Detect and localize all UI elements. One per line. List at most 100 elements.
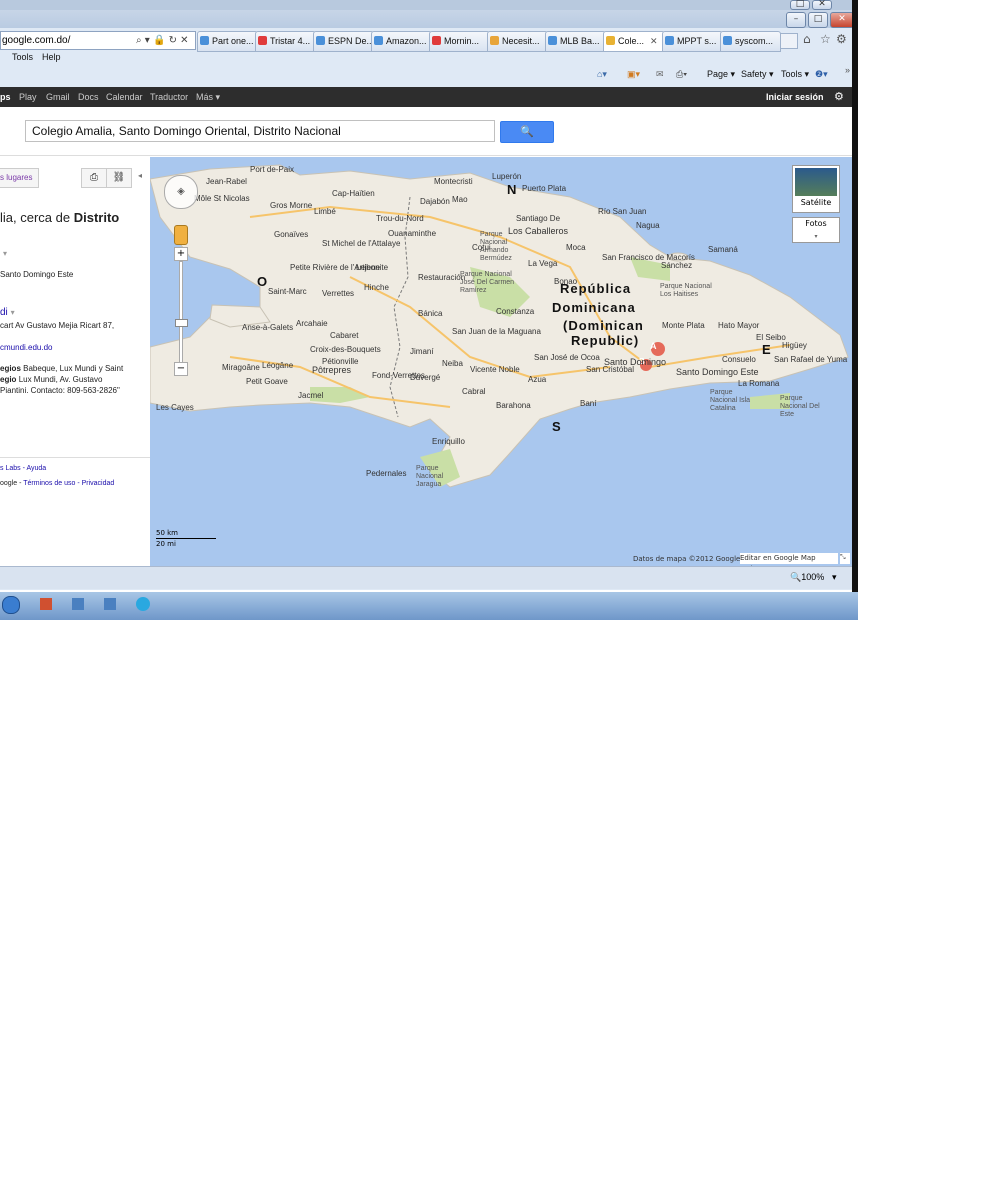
city-label: Duvergé xyxy=(410,373,441,382)
zoom-handle[interactable] xyxy=(175,319,188,327)
city-label: Santiago De xyxy=(516,214,561,223)
city-label: Restauración xyxy=(418,273,466,282)
park-label: Parque Nacional Los Haitises xyxy=(660,283,712,298)
print-icon[interactable]: ⎙ xyxy=(81,168,107,188)
city-label: Sánchez xyxy=(661,261,693,270)
tab-2[interactable]: Tristar 4... xyxy=(255,31,316,52)
link-icon[interactable]: ⛓ xyxy=(106,168,132,188)
gbar-mas[interactable]: Más ▾ xyxy=(196,87,220,107)
gbar-calendar[interactable]: Calendar xyxy=(106,87,143,107)
labs-help-links[interactable]: s Labs - Ayuda xyxy=(0,465,46,472)
volume-icon[interactable]: ◀ xyxy=(782,1193,788,1202)
app-taskbar-icon[interactable] xyxy=(40,598,52,610)
rss-icon[interactable]: ▣▾ xyxy=(627,69,640,80)
window-edge xyxy=(852,0,858,592)
city-label: Jacmel xyxy=(298,391,324,400)
help-menu[interactable]: ❷▾ xyxy=(815,69,828,80)
city-label: Nagua xyxy=(636,221,660,230)
battery-icon[interactable]: ▮ xyxy=(748,1193,752,1202)
map[interactable]: República Dominicana (Dominican Republic… xyxy=(150,157,852,567)
safety-menu[interactable]: Safety ▾ xyxy=(741,69,774,80)
minimize-button[interactable]: – xyxy=(786,12,806,28)
tab-7[interactable]: MLB Ba... xyxy=(545,31,606,52)
city-label: San José de Ocoa xyxy=(534,353,600,362)
my-places-button[interactable]: s lugares xyxy=(0,168,39,188)
skype-icon[interactable] xyxy=(136,597,150,611)
scale-km: 50 km xyxy=(156,529,179,537)
mail-icon[interactable]: ✉ xyxy=(656,69,664,80)
city-label: Constanza xyxy=(496,307,535,316)
network-icon[interactable]: ▂▄▆ xyxy=(764,1193,782,1202)
zoom-level[interactable]: 🔍100% xyxy=(790,567,824,587)
legal-links[interactable]: oogle - Términos de uso - Privacidad xyxy=(0,480,114,487)
google-maps-icon xyxy=(606,36,615,45)
tab-6[interactable]: Necesit... xyxy=(487,31,548,52)
tab-10[interactable]: syscom... xyxy=(720,31,781,52)
address-bar-buttons[interactable]: ⌕ ▾ 🔒 ↻ ✕ xyxy=(136,31,189,50)
top-button-2[interactable]: ✕ xyxy=(812,0,832,10)
pegman-icon[interactable] xyxy=(174,225,188,245)
page-menu[interactable]: Page ▾ xyxy=(707,69,735,80)
city-label: Arcahaie xyxy=(296,319,328,328)
result-2-url[interactable]: cmundi.edu.do xyxy=(0,343,52,352)
print-icon[interactable]: ⎙▾ xyxy=(676,69,687,80)
zoom-out-button[interactable]: − xyxy=(174,362,188,376)
tab-4[interactable]: Amazon... xyxy=(371,31,432,52)
zoom-dropdown-icon[interactable]: ▾ xyxy=(832,567,837,587)
settings-gear-icon[interactable]: ⚙ xyxy=(834,87,844,107)
result-2-title[interactable]: di ▾ xyxy=(0,307,15,318)
gbar-gmail[interactable]: Gmail xyxy=(46,87,70,107)
flag-icon[interactable]: ⚑ xyxy=(730,1193,737,1202)
gbar-maps[interactable]: ps xyxy=(0,87,11,107)
photos-button[interactable]: Fotos ▾ xyxy=(792,217,840,243)
tab-active[interactable]: Cole... ✕ xyxy=(603,31,665,52)
app-taskbar-icon[interactable] xyxy=(104,598,116,610)
menu-tools[interactable]: Tools xyxy=(12,52,33,62)
expand-icon[interactable]: ⤡ xyxy=(840,553,850,564)
zoom-in-button[interactable]: + xyxy=(174,247,188,261)
ie-taskbar-icon[interactable] xyxy=(2,596,20,614)
gbar-play[interactable]: Play xyxy=(19,87,37,107)
favorites-star-icon[interactable]: ☆ xyxy=(820,32,831,46)
search-button[interactable]: 🔍 xyxy=(500,121,554,143)
city-label: Ouanaminthe xyxy=(388,229,437,238)
city-label: Les Cayes xyxy=(156,403,194,412)
tab-9[interactable]: MPPT s... xyxy=(662,31,723,52)
satellite-button[interactable]: Satélite xyxy=(792,165,840,213)
menu-help[interactable]: Help xyxy=(42,52,61,62)
bluetooth-icon[interactable]: ✱ xyxy=(714,1193,721,1202)
top-button-1[interactable]: □ xyxy=(790,0,810,10)
close-tab-icon[interactable]: ✕ xyxy=(650,36,658,46)
edit-map-maker-link[interactable]: Editar en Google Map Maker xyxy=(740,553,838,567)
tab-5[interactable]: Mornin... xyxy=(429,31,490,52)
new-tab-button[interactable] xyxy=(780,33,798,49)
settings-gear-icon[interactable]: ⚙ xyxy=(836,32,847,46)
signin-link[interactable]: Iniciar sesión xyxy=(766,87,824,107)
collapse-panel-icon[interactable]: ◂ xyxy=(138,171,142,180)
results-heading: lia, cerca de Distrito xyxy=(0,210,120,225)
park-label: Parque Nacional Armando Bermúdez xyxy=(480,231,512,262)
search-input[interactable]: Colegio Amalia, Santo Domingo Oriental, … xyxy=(25,120,495,142)
gbar-docs[interactable]: Docs xyxy=(78,87,99,107)
home-icon[interactable]: ⌂▾ xyxy=(597,69,607,80)
maximize-button[interactable]: □ xyxy=(808,12,828,28)
tools-menu[interactable]: Tools ▾ xyxy=(781,69,809,80)
home-icon[interactable]: ⌂ xyxy=(803,32,811,46)
menu-bar: Tools Help xyxy=(0,52,858,66)
close-button[interactable]: ✕ xyxy=(830,12,854,28)
park-label: Parque Nacional Jaragua xyxy=(416,465,444,488)
zoom-slider[interactable] xyxy=(179,261,183,363)
tab-3[interactable]: ESPN De... xyxy=(313,31,374,52)
city-label: Higüey xyxy=(782,341,807,350)
app-taskbar-icon[interactable] xyxy=(72,598,84,610)
clock[interactable]: 07:30 a.m. xyxy=(804,1193,842,1202)
tab-1[interactable]: Part one... xyxy=(197,31,258,52)
pan-control[interactable]: ◈ xyxy=(164,175,198,209)
chevron-icon[interactable]: » xyxy=(845,65,850,75)
gbar-traductor[interactable]: Traductor xyxy=(150,87,188,107)
show-hidden-icons[interactable]: ▴ xyxy=(696,1193,700,1202)
dropdown-icon[interactable]: ▾ xyxy=(3,249,7,258)
map-credit: Datos de mapa ©2012 Google - xyxy=(633,555,746,563)
city-label: Miragoâne xyxy=(222,363,260,372)
city-label: Azua xyxy=(528,375,547,384)
